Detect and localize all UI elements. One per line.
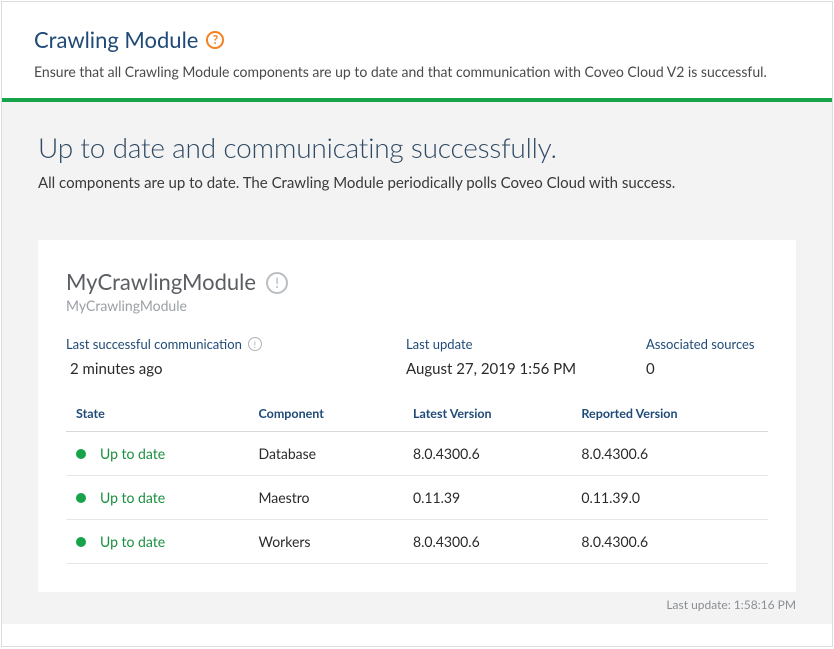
- module-card: MyCrawlingModule ! MyCrawlingModule Last…: [38, 240, 796, 592]
- meta-last-comm: Last successful communication ! 2 minute…: [66, 336, 406, 378]
- module-header: MyCrawlingModule !: [66, 268, 768, 295]
- state-text: Up to date: [100, 533, 165, 550]
- page-header: Crawling Module ? Ensure that all Crawli…: [2, 2, 832, 98]
- status-subtitle: All components are up to date. The Crawl…: [38, 174, 796, 192]
- cell-latest: 0.11.39: [403, 476, 571, 520]
- info-icon[interactable]: !: [266, 272, 288, 294]
- meta-assoc-sources: Associated sources 0: [646, 336, 786, 378]
- app-container: Crawling Module ? Ensure that all Crawli…: [1, 1, 833, 647]
- meta-assoc-sources-value: 0: [646, 360, 786, 378]
- meta-last-comm-label: Last successful communication !: [66, 336, 406, 352]
- cell-state: Up to date: [66, 520, 249, 564]
- table-row: Up to date Maestro 0.11.39 0.11.39.0: [66, 476, 768, 520]
- page-title-text: Crawling Module: [34, 26, 198, 53]
- status-dot-icon: [76, 449, 86, 459]
- meta-assoc-sources-label: Associated sources: [646, 336, 786, 352]
- cell-component: Maestro: [249, 476, 403, 520]
- cell-reported: 0.11.39.0: [571, 476, 768, 520]
- component-table: State Component Latest Version Reported …: [66, 406, 768, 564]
- cell-reported: 8.0.4300.6: [571, 432, 768, 476]
- info-icon[interactable]: !: [248, 337, 262, 351]
- cell-reported: 8.0.4300.6: [571, 520, 768, 564]
- cell-latest: 8.0.4300.6: [403, 432, 571, 476]
- state-text: Up to date: [100, 489, 165, 506]
- table-row: Up to date Workers 8.0.4300.6 8.0.4300.6: [66, 520, 768, 564]
- meta-last-update-label: Last update: [406, 336, 646, 352]
- th-latest: Latest Version: [403, 406, 571, 432]
- meta-last-comm-value: 2 minutes ago: [66, 360, 406, 378]
- state-text: Up to date: [100, 445, 165, 462]
- th-reported: Reported Version: [571, 406, 768, 432]
- status-dot-icon: [76, 537, 86, 547]
- status-panel: Up to date and communicating successfull…: [2, 102, 832, 624]
- module-id: MyCrawlingModule: [66, 297, 768, 314]
- status-dot-icon: [76, 493, 86, 503]
- help-icon[interactable]: ?: [206, 31, 224, 49]
- table-row: Up to date Database 8.0.4300.6 8.0.4300.…: [66, 432, 768, 476]
- th-state: State: [66, 406, 249, 432]
- cell-component: Workers: [249, 520, 403, 564]
- footer-last-update: Last update: 1:58:16 PM: [666, 597, 796, 612]
- last-comm-label-text: Last successful communication: [66, 336, 242, 352]
- page-subtitle: Ensure that all Crawling Module componen…: [34, 63, 800, 80]
- th-component: Component: [249, 406, 403, 432]
- cell-state: Up to date: [66, 432, 249, 476]
- cell-state: Up to date: [66, 476, 249, 520]
- page-title: Crawling Module ?: [34, 26, 800, 53]
- cell-latest: 8.0.4300.6: [403, 520, 571, 564]
- status-title: Up to date and communicating successfull…: [38, 130, 796, 164]
- meta-last-update-value: August 27, 2019 1:56 PM: [406, 360, 646, 378]
- module-meta-row: Last successful communication ! 2 minute…: [66, 336, 768, 378]
- table-header-row: State Component Latest Version Reported …: [66, 406, 768, 432]
- cell-component: Database: [249, 432, 403, 476]
- meta-last-update: Last update August 27, 2019 1:56 PM: [406, 336, 646, 378]
- module-name: MyCrawlingModule: [66, 268, 256, 295]
